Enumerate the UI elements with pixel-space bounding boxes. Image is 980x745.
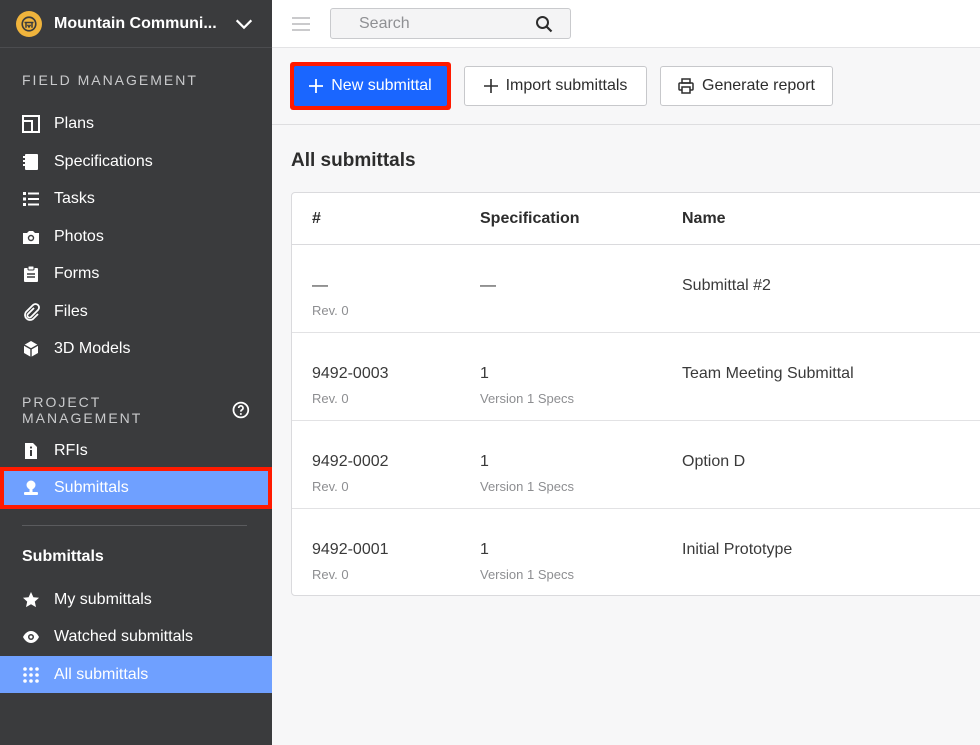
table-row[interactable]: 9492-0001 Rev. 0 1 Version 1 Specs Initi… — [292, 509, 980, 597]
plans-icon — [22, 115, 40, 133]
import-submittals-label: Import submittals — [505, 77, 628, 94]
submittal-number: 9492-0001 — [312, 541, 389, 558]
submittal-name: Initial Prototype — [682, 541, 793, 558]
project-switcher[interactable]: Mountain Communi... — [0, 0, 272, 48]
hamburger-menu-icon[interactable] — [291, 14, 311, 34]
plus-icon — [483, 79, 498, 93]
printer-icon — [678, 78, 694, 94]
cube-icon — [22, 340, 40, 358]
search-input[interactable] — [359, 14, 539, 33]
new-submittal-label: New submittal — [331, 77, 432, 94]
sidebar-item-photos[interactable]: Photos — [0, 219, 272, 255]
submittal-name: Submittal #2 — [682, 277, 771, 294]
sidebar-item-label: All submittals — [54, 665, 149, 683]
column-header-name[interactable]: Name — [682, 210, 726, 228]
page-title: All submittals — [291, 150, 416, 171]
submittal-spec: 1 — [480, 453, 489, 470]
sidebar-item-label: Watched submittals — [54, 628, 194, 645]
specifications-icon — [22, 153, 40, 171]
submittal-number: — — [312, 277, 328, 294]
chevron-down-icon[interactable] — [232, 12, 256, 36]
project-management-text: PROJECT MANAGEMENT — [22, 394, 143, 426]
project-management-label: PROJECT MANAGEMENT — [0, 394, 272, 426]
submittal-revision: Rev. 0 — [312, 303, 349, 318]
column-header-specification[interactable]: Specification — [480, 210, 580, 228]
camera-icon — [22, 228, 40, 246]
submittal-revision: Rev. 0 — [312, 567, 349, 582]
sidebar-item-label: RFIs — [54, 442, 88, 459]
sidebar-item-rfis[interactable]: RFIs — [0, 433, 272, 469]
new-submittal-button-inner[interactable]: New submittal — [294, 66, 447, 106]
submittal-revision: Rev. 0 — [312, 391, 349, 406]
submittal-number: 9492-0003 — [312, 365, 389, 382]
sidebar-item-label: Forms — [54, 265, 100, 282]
table-row[interactable]: 9492-0003 Rev. 0 1 Version 1 Specs Team … — [292, 333, 980, 421]
sidebar-item-label: Plans — [54, 115, 95, 132]
sidebar-item-tasks[interactable]: Tasks — [0, 181, 272, 217]
sidebar-item-3d-models[interactable]: 3D Models — [0, 331, 272, 367]
grid-icon — [22, 666, 40, 684]
table-row[interactable]: — Rev. 0 — Submittal #2 — [292, 245, 980, 333]
submittal-spec: — — [480, 277, 496, 294]
sidebar-item-forms[interactable]: Forms — [0, 256, 272, 292]
submittal-spec: 1 — [480, 541, 489, 558]
sidebar-item-specifications[interactable]: Specifications — [0, 144, 272, 180]
submittal-name: Option D — [682, 453, 746, 470]
column-header-number[interactable]: # — [312, 210, 321, 228]
sidebar-item-all-submittals[interactable]: All submittals — [0, 656, 272, 693]
star-icon — [22, 591, 40, 609]
submittals-section-title: Submittals — [22, 548, 104, 565]
eye-icon — [22, 628, 40, 646]
generate-report-label: Generate report — [702, 77, 815, 94]
new-submittal-button[interactable]: New submittal — [290, 62, 451, 110]
sidebar-item-label: Files — [54, 303, 88, 320]
submittal-spec-version: Version 1 Specs — [480, 567, 574, 582]
table-row[interactable]: 9492-0002 Rev. 0 1 Version 1 Specs Optio… — [292, 421, 980, 509]
sidebar: Mountain Communi... FIELD MANAGEMENT Pla… — [0, 0, 272, 745]
search-box[interactable] — [330, 8, 571, 39]
submittals-table: # Specification Name — Rev. 0 — Submitta… — [291, 192, 980, 596]
generate-report-button[interactable]: Generate report — [660, 66, 833, 106]
sidebar-item-label: Submittals — [54, 479, 129, 496]
submittal-spec: 1 — [480, 365, 489, 382]
sidebar-item-label: 3D Models — [54, 340, 131, 357]
project-name: Mountain Communi... — [54, 14, 217, 32]
sidebar-item-files[interactable]: Files — [0, 294, 272, 330]
field-management-label: FIELD MANAGEMENT — [22, 72, 198, 88]
paperclip-icon — [22, 303, 40, 321]
project-logo-icon — [16, 10, 42, 37]
sidebar-item-my-submittals[interactable]: My submittals — [0, 582, 272, 618]
search-icon[interactable] — [535, 15, 553, 33]
tasks-icon — [22, 190, 40, 208]
help-icon[interactable] — [232, 401, 250, 419]
sidebar-item-label: My submittals — [54, 591, 152, 608]
sidebar-item-label: Specifications — [54, 153, 153, 170]
top-bar — [272, 0, 980, 48]
sidebar-divider — [22, 525, 247, 526]
submittal-number: 9492-0002 — [312, 453, 389, 470]
rfi-icon — [22, 442, 40, 460]
table-header: # Specification Name — [292, 193, 980, 245]
plus-icon — [309, 79, 324, 93]
submittal-revision: Rev. 0 — [312, 479, 349, 494]
submittals-icon — [22, 479, 40, 497]
forms-icon — [22, 265, 40, 283]
submittal-spec-version: Version 1 Specs — [480, 391, 574, 406]
sidebar-item-submittals[interactable]: Submittals — [0, 467, 272, 509]
sidebar-item-label: Photos — [54, 228, 104, 245]
sidebar-item-watched-submittals[interactable]: Watched submittals — [0, 619, 272, 655]
sidebar-item-plans[interactable]: Plans — [0, 106, 272, 142]
submittal-spec-version: Version 1 Specs — [480, 479, 574, 494]
submittal-name: Team Meeting Submittal — [682, 365, 854, 382]
import-submittals-button[interactable]: Import submittals — [464, 66, 647, 106]
sidebar-item-label: Tasks — [54, 190, 95, 207]
action-toolbar: New submittal Import submittals Generate… — [272, 48, 980, 125]
